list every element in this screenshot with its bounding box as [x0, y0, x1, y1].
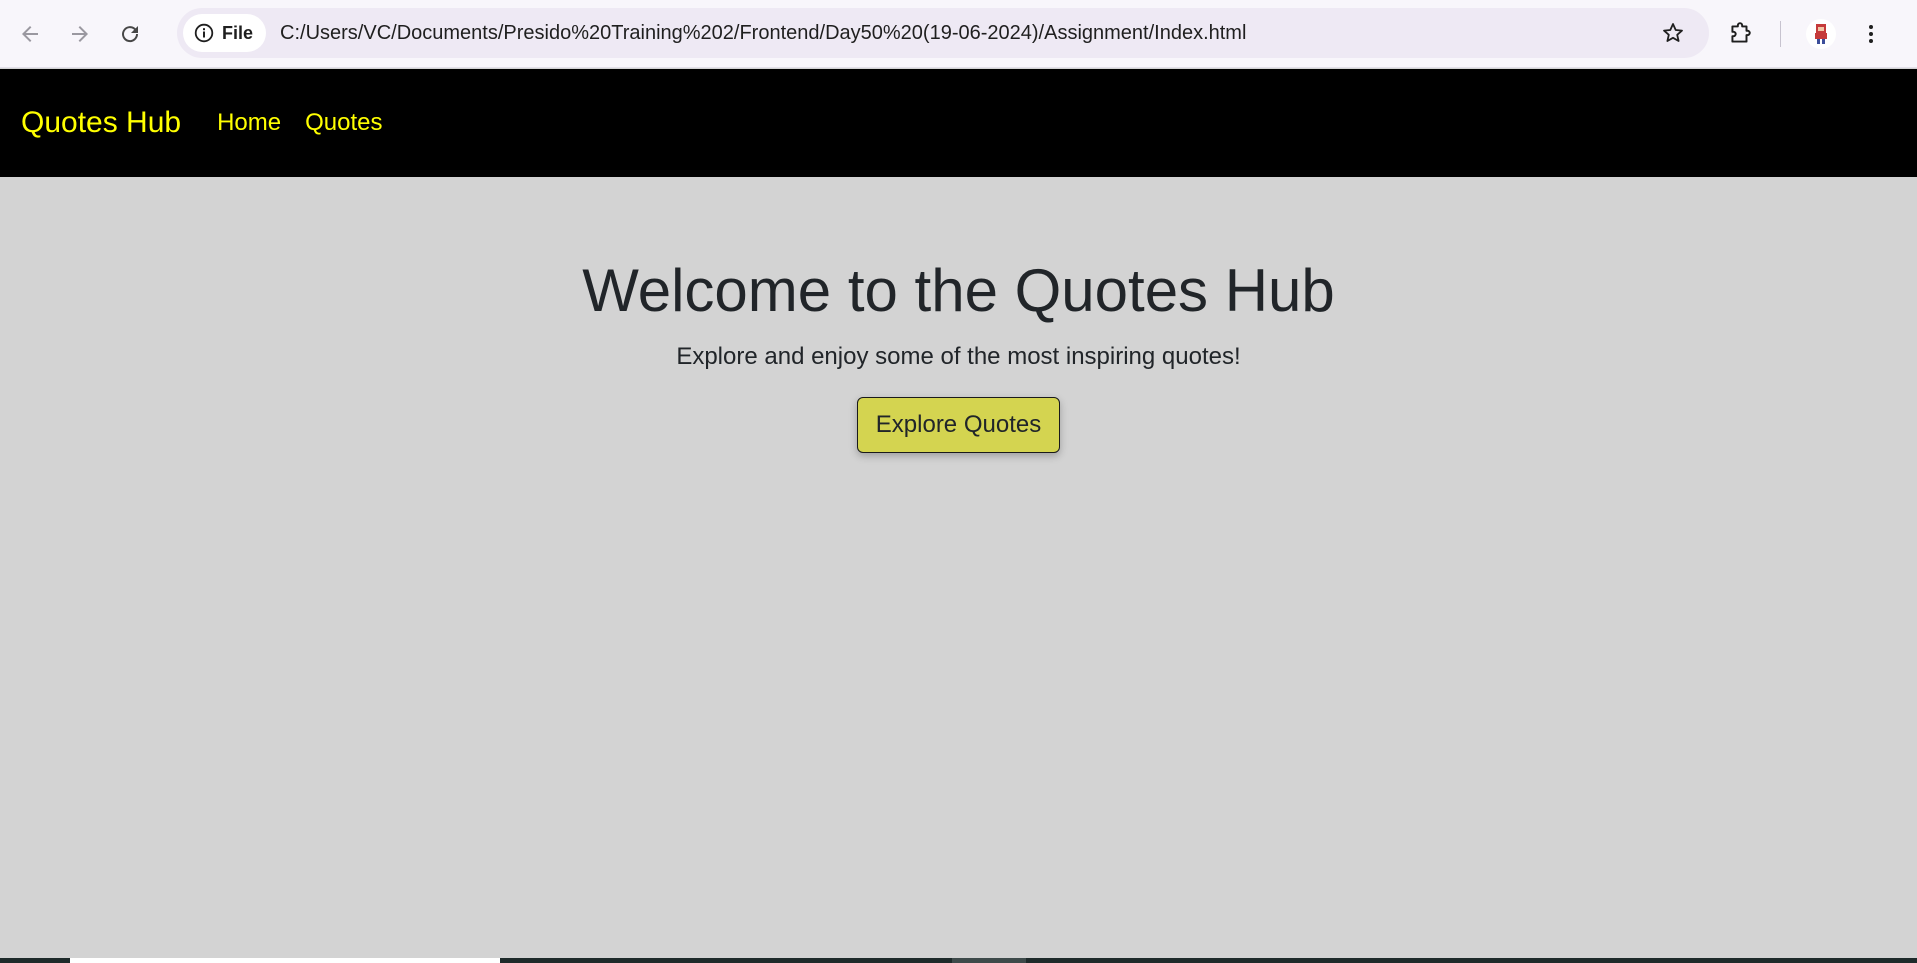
address-bar[interactable]: File C:/Users/VC/Documents/Presido%20Tra…: [177, 8, 1709, 58]
hero-subtitle: Explore and enjoy some of the most inspi…: [676, 343, 1241, 370]
back-button[interactable]: [10, 14, 50, 54]
taskbar-strip: [0, 958, 1917, 963]
bookmark-button[interactable]: [1657, 17, 1689, 49]
toolbar-divider: [1780, 21, 1781, 47]
hero-section: Welcome to the Quotes Hub Explore and en…: [0, 177, 1917, 958]
profile-avatar: [1806, 19, 1836, 49]
page-title: Welcome to the Quotes Hub: [582, 257, 1335, 324]
site-navbar: Quotes Hub Home Quotes: [0, 69, 1917, 177]
back-arrow-icon: [22, 25, 38, 42]
nav-link-quotes[interactable]: Quotes: [305, 109, 382, 137]
reload-icon: [122, 25, 139, 42]
extensions-icon: [1731, 22, 1751, 43]
star-icon: [1663, 23, 1683, 42]
extensions-button[interactable]: [1720, 14, 1760, 54]
nav-links: Home Quotes: [217, 109, 382, 137]
forward-arrow-icon: [72, 25, 88, 42]
kebab-menu-icon: [1869, 25, 1873, 43]
brand-link[interactable]: Quotes Hub: [21, 106, 181, 140]
taskbar-window: [952, 958, 1026, 963]
explore-quotes-button[interactable]: Explore Quotes: [856, 397, 1061, 453]
browser-toolbar: File C:/Users/VC/Documents/Presido%20Tra…: [0, 0, 1917, 68]
url-text[interactable]: C:/Users/VC/Documents/Presido%20Training…: [280, 22, 1246, 45]
nav-link-home[interactable]: Home: [217, 109, 281, 137]
taskbar-active-window: [70, 958, 500, 963]
profile-button[interactable]: [1801, 14, 1841, 54]
site-chip-label: File: [222, 22, 254, 43]
info-icon: [194, 23, 214, 43]
site-info-chip[interactable]: File: [183, 14, 267, 52]
reload-button[interactable]: [110, 14, 150, 54]
forward-button[interactable]: [60, 14, 100, 54]
menu-button[interactable]: [1851, 14, 1891, 54]
